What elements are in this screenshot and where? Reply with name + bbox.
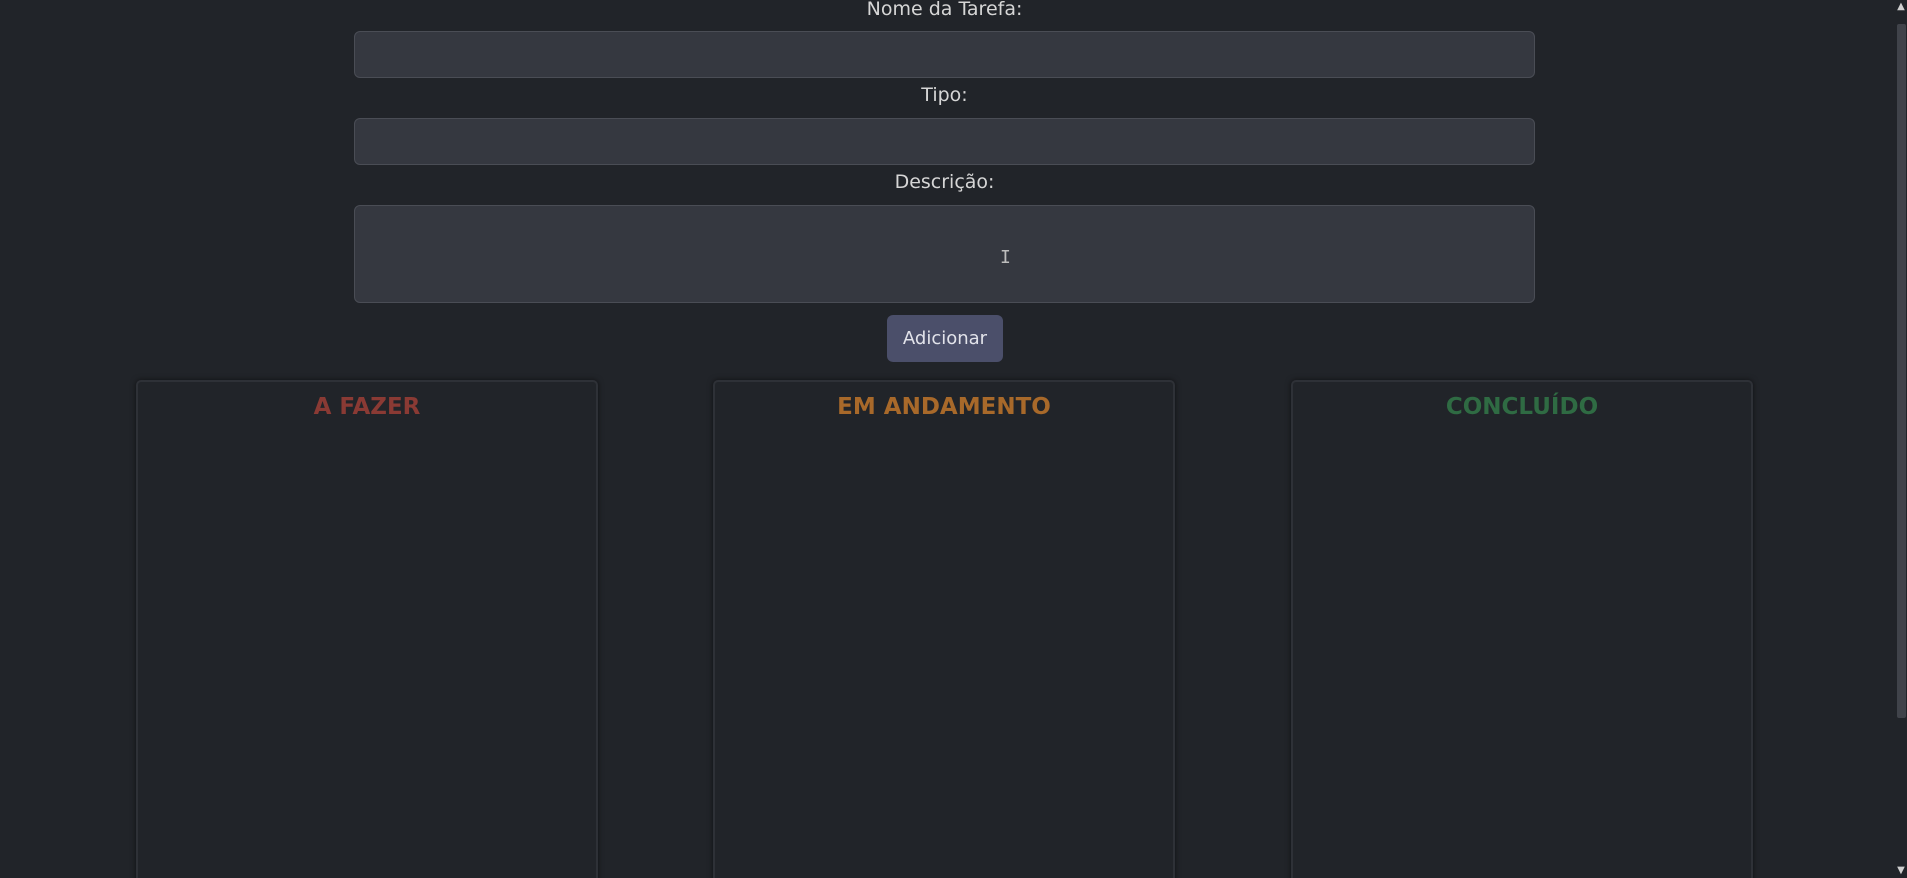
vertical-scrollbar[interactable]: ▲ ▼ [1895, 0, 1907, 878]
chevron-up-icon[interactable]: ▲ [1895, 0, 1907, 14]
column-todo[interactable]: A FAZER [136, 380, 598, 878]
text-cursor-icon: I [1000, 247, 1011, 268]
add-task-button[interactable]: Adicionar [887, 315, 1003, 362]
scrollbar-thumb[interactable] [1897, 24, 1906, 718]
task-board-page: Nome da Tarefa: Tipo: Descrição: Adicion… [0, 0, 1907, 878]
task-description-label: Descrição: [894, 171, 995, 193]
task-name-label: Nome da Tarefa: [866, 0, 1023, 20]
column-done-title: CONCLUÍDO [1445, 394, 1599, 420]
task-type-label: Tipo: [921, 84, 968, 106]
column-in-progress-title: EM ANDAMENTO [837, 394, 1051, 420]
column-done[interactable]: CONCLUÍDO [1291, 380, 1753, 878]
task-description-textarea[interactable] [354, 205, 1535, 303]
column-in-progress[interactable]: EM ANDAMENTO [713, 380, 1175, 878]
chevron-down-icon[interactable]: ▼ [1895, 864, 1907, 878]
task-name-input[interactable] [354, 31, 1535, 78]
task-type-input[interactable] [354, 118, 1535, 165]
column-todo-title: A FAZER [313, 394, 421, 420]
